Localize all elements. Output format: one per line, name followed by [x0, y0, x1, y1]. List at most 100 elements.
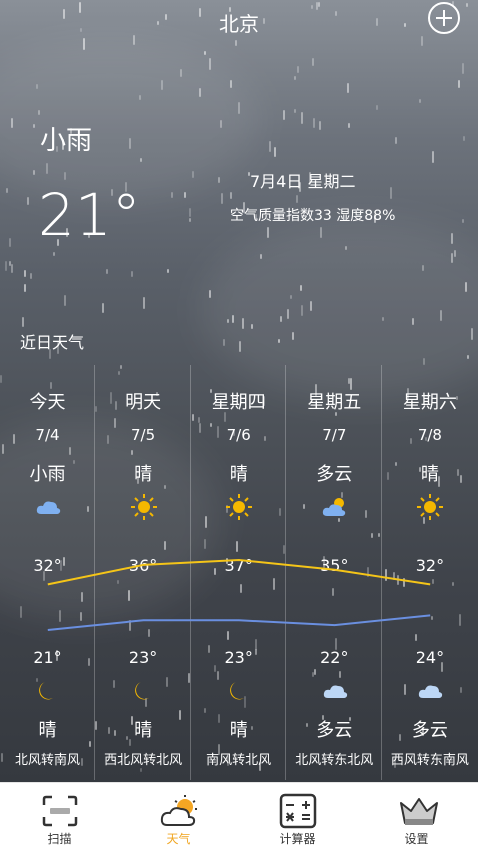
rain-streak — [251, 324, 253, 329]
rain-streak — [199, 88, 201, 97]
current-condition: 小雨 — [40, 126, 93, 156]
rain-streak — [320, 227, 322, 238]
day-date: 7/4 — [35, 426, 60, 444]
rain-streak — [209, 290, 211, 298]
rain-streak — [454, 250, 456, 257]
rain-streak — [189, 218, 191, 222]
calculator-icon — [279, 793, 317, 829]
night-condition: 晴 — [229, 720, 248, 741]
rain-streak — [440, 310, 442, 321]
current-temperature: 21° — [38, 181, 141, 249]
rain-streak — [301, 305, 303, 316]
crown-icon — [400, 798, 438, 825]
moon-icon — [224, 676, 254, 706]
rain-streak — [312, 58, 314, 66]
high-temp-line — [47, 558, 431, 586]
rain-streak — [5, 261, 7, 271]
rain-streak — [192, 171, 194, 178]
rain-streak — [313, 118, 315, 128]
low-temp-line — [47, 614, 431, 631]
day-date: 7/7 — [322, 426, 347, 444]
rain-streak — [139, 95, 141, 100]
rain-streak — [189, 208, 191, 217]
rain-streak — [27, 197, 29, 205]
rain-streak — [462, 63, 464, 74]
rain-streak — [463, 136, 465, 141]
rain-streak — [36, 84, 38, 89]
rain-streak — [451, 233, 453, 244]
rain-streak — [296, 195, 298, 203]
rain-streak — [167, 269, 169, 273]
wind-direction: 北风转南风 — [14, 753, 80, 768]
rain-streak — [230, 192, 232, 199]
night-condition: 多云 — [316, 720, 353, 741]
rain-streak — [33, 124, 35, 128]
rain-streak — [412, 318, 414, 325]
day-date: 7/8 — [417, 426, 442, 444]
tab-weather-label: 天气 — [166, 832, 191, 846]
rain-streak — [204, 51, 206, 55]
rain-streak — [24, 270, 26, 277]
wind-direction: 南风转北风 — [206, 753, 272, 768]
day-name: 星期五 — [307, 392, 362, 413]
rain-streak — [300, 285, 302, 291]
rain-streak — [9, 238, 11, 247]
tab-scan[interactable]: 扫描 — [0, 783, 119, 851]
tab-scan-label: 扫描 — [47, 832, 72, 846]
day-name: 今天 — [29, 392, 66, 413]
city-title[interactable]: 北京 — [0, 8, 478, 37]
cloud-icon — [320, 676, 350, 706]
rain-streak — [290, 295, 292, 299]
day-condition: 小雨 — [29, 464, 66, 485]
rain-streak — [462, 219, 464, 223]
moon-icon — [33, 676, 63, 706]
rain-streak — [9, 261, 11, 266]
rain-streak — [348, 123, 350, 128]
rain-streak — [260, 254, 262, 259]
rain-streak — [221, 193, 223, 204]
rain-streak — [64, 172, 66, 180]
rain-streak — [376, 105, 378, 110]
rain-streak — [390, 187, 392, 199]
rain-streak — [218, 177, 220, 183]
rain-streak — [267, 227, 269, 238]
tab-settings[interactable]: 设置 — [357, 783, 476, 851]
low-temp: 23° — [224, 648, 253, 667]
rain-streak — [422, 265, 424, 271]
rain-streak — [53, 252, 55, 256]
day-name: 明天 — [125, 392, 162, 413]
moon-icon — [129, 676, 159, 706]
sun-icon — [129, 492, 159, 522]
rain-streak — [269, 141, 271, 152]
cloud-icon — [415, 676, 445, 706]
rain-streak — [11, 264, 13, 273]
rain-streak — [419, 99, 421, 103]
rain-streak — [345, 246, 347, 250]
temperature-curves — [47, 558, 431, 631]
current-date: 7月4日 星期二 — [250, 172, 356, 191]
rain-streak — [143, 297, 145, 309]
rain-streak — [38, 110, 40, 115]
tab-calculator[interactable]: 计算器 — [238, 783, 357, 851]
add-city-button[interactable] — [428, 2, 460, 34]
scan-icon — [42, 795, 78, 827]
weather-icon — [160, 795, 197, 826]
tab-weather[interactable]: 天气 — [119, 783, 238, 851]
rain-streak — [310, 301, 312, 311]
rain-streak — [465, 282, 467, 292]
rain-streak — [319, 121, 321, 130]
day-date: 7/5 — [131, 426, 156, 444]
rain-streak — [106, 269, 108, 274]
day-condition: 晴 — [420, 464, 439, 485]
rain-streak — [294, 109, 296, 113]
rain-streak — [280, 316, 282, 322]
day-condition: 多云 — [316, 464, 353, 485]
rain-streak — [171, 192, 173, 198]
section-title: 近日天气 — [20, 333, 85, 352]
rain-streak — [466, 3, 468, 7]
wind-direction: 北风转东北风 — [295, 753, 374, 768]
day-date: 7/6 — [226, 426, 251, 444]
rain-streak — [11, 118, 13, 128]
tab-settings-label: 设置 — [404, 832, 429, 846]
rain-streak — [235, 40, 237, 46]
